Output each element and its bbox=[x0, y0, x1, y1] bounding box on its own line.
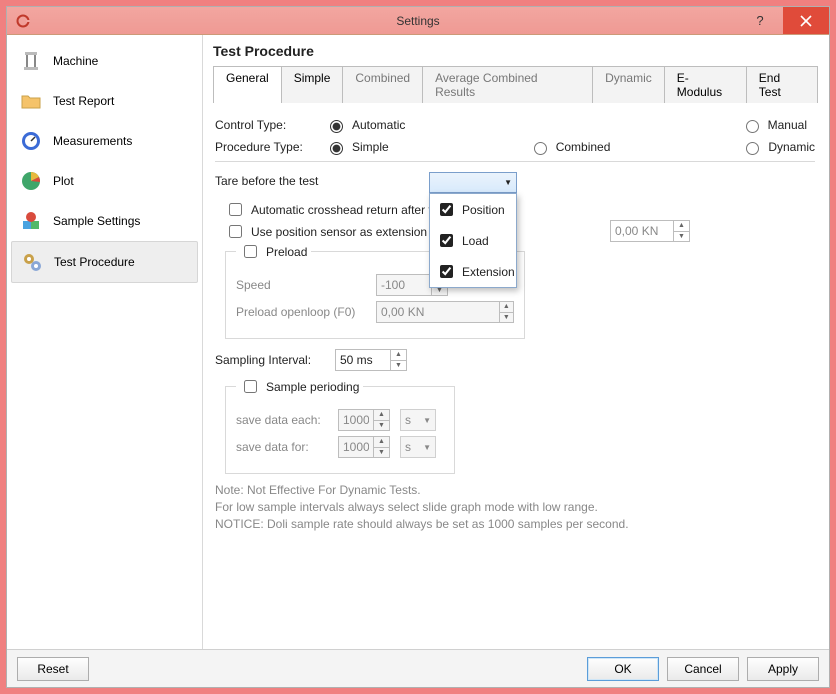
sampling-interval-label: Sampling Interval: bbox=[215, 353, 335, 367]
sidebar-item-plot[interactable]: Plot bbox=[11, 161, 198, 201]
tab-avg-combined[interactable]: Average Combined Results bbox=[422, 66, 593, 103]
save-each-spinner[interactable]: ▲▼ bbox=[338, 409, 390, 431]
sidebar-item-test-procedure[interactable]: Test Procedure bbox=[11, 241, 198, 283]
notes: Note: Not Effective For Dynamic Tests. F… bbox=[215, 482, 815, 532]
sidebar: Machine Test Report Measurements Plot Sa… bbox=[7, 35, 203, 649]
reset-button[interactable]: Reset bbox=[17, 657, 89, 681]
gears-icon bbox=[20, 250, 44, 274]
sidebar-item-machine[interactable]: Machine bbox=[11, 41, 198, 81]
sidebar-item-label: Sample Settings bbox=[53, 214, 140, 228]
tab-end-test[interactable]: End Test bbox=[746, 66, 818, 103]
sample-perioding-group: Sample perioding save data each: ▲▼ s▼ s… bbox=[225, 377, 455, 474]
tab-simple[interactable]: Simple bbox=[281, 66, 344, 103]
tare-option-extension[interactable]: Extension bbox=[430, 256, 516, 287]
save-for-label: save data for: bbox=[236, 440, 328, 454]
tare-dropdown-button[interactable]: ▼ bbox=[429, 172, 517, 193]
close-button[interactable] bbox=[783, 7, 829, 34]
sidebar-item-label: Plot bbox=[53, 174, 74, 188]
chevron-down-icon: ▼ bbox=[504, 178, 512, 187]
radio-dynamic[interactable]: Dynamic bbox=[741, 139, 815, 155]
window-title: Settings bbox=[7, 14, 829, 28]
piechart-icon bbox=[19, 169, 43, 193]
chk-auto-return[interactable]: Automatic crosshead return after the t bbox=[225, 200, 452, 219]
sidebar-item-measurements[interactable]: Measurements bbox=[11, 121, 198, 161]
sidebar-item-test-report[interactable]: Test Report bbox=[11, 81, 198, 121]
sidebar-item-label: Machine bbox=[53, 54, 98, 68]
openloop-label: Preload openloop (F0) bbox=[236, 305, 366, 319]
app-icon bbox=[15, 13, 31, 29]
tab-general[interactable]: General bbox=[213, 66, 282, 103]
tare-label: Tare before the test bbox=[215, 174, 318, 188]
footer: Reset OK Cancel Apply bbox=[7, 649, 829, 687]
form-general: Control Type: Automatic Manual Procedure… bbox=[213, 103, 817, 534]
folder-icon bbox=[19, 89, 43, 113]
blocks-icon bbox=[19, 209, 43, 233]
openloop-spinner[interactable]: ▲▼ bbox=[376, 301, 514, 323]
tare-dropdown-menu: Position Load Extension bbox=[429, 193, 517, 288]
cancel-button[interactable]: Cancel bbox=[667, 657, 739, 681]
help-button[interactable]: ? bbox=[737, 7, 783, 34]
control-type-label: Control Type: bbox=[215, 118, 325, 132]
gauge-icon bbox=[19, 129, 43, 153]
titlebar: Settings ? bbox=[7, 7, 829, 35]
chevron-down-icon: ▼ bbox=[423, 443, 431, 452]
spin-down-icon[interactable]: ▼ bbox=[674, 232, 689, 242]
settings-window: Settings ? Machine Test Report Measureme… bbox=[6, 6, 830, 688]
sidebar-item-sample-settings[interactable]: Sample Settings bbox=[11, 201, 198, 241]
tabstrip: General Simple Combined Average Combined… bbox=[213, 65, 817, 103]
chk-sample-perioding[interactable]: Sample perioding bbox=[240, 377, 359, 396]
tab-combined[interactable]: Combined bbox=[342, 66, 423, 103]
ok-button[interactable]: OK bbox=[587, 657, 659, 681]
sidebar-item-label: Test Procedure bbox=[54, 255, 135, 269]
tab-emodulus[interactable]: E-Modulus bbox=[664, 66, 747, 103]
page-title: Test Procedure bbox=[213, 43, 817, 59]
tab-dynamic[interactable]: Dynamic bbox=[592, 66, 665, 103]
save-each-label: save data each: bbox=[236, 413, 328, 427]
radio-manual[interactable]: Manual bbox=[741, 117, 807, 133]
radio-automatic[interactable]: Automatic bbox=[325, 117, 405, 133]
machine-icon bbox=[19, 49, 43, 73]
save-for-unit[interactable]: s▼ bbox=[400, 436, 436, 458]
main-panel: Test Procedure General Simple Combined A… bbox=[203, 35, 829, 649]
sidebar-item-label: Measurements bbox=[53, 134, 132, 148]
chevron-down-icon: ▼ bbox=[423, 416, 431, 425]
save-for-spinner[interactable]: ▲▼ bbox=[338, 436, 390, 458]
sidebar-item-label: Test Report bbox=[53, 94, 114, 108]
sampling-interval-spinner[interactable]: ▲▼ bbox=[335, 349, 407, 371]
tare-option-position[interactable]: Position bbox=[430, 194, 516, 225]
spin-up-icon[interactable]: ▲ bbox=[674, 221, 689, 232]
procedure-type-label: Procedure Type: bbox=[215, 140, 325, 154]
threshold-spinner[interactable]: ▲▼ bbox=[610, 220, 690, 242]
chk-use-position-ext[interactable]: Use position sensor as extension after: bbox=[225, 222, 458, 241]
apply-button[interactable]: Apply bbox=[747, 657, 819, 681]
save-each-unit[interactable]: s▼ bbox=[400, 409, 436, 431]
tare-option-load[interactable]: Load bbox=[430, 225, 516, 256]
radio-combined[interactable]: Combined bbox=[529, 139, 611, 155]
radio-simple[interactable]: Simple bbox=[325, 139, 389, 155]
